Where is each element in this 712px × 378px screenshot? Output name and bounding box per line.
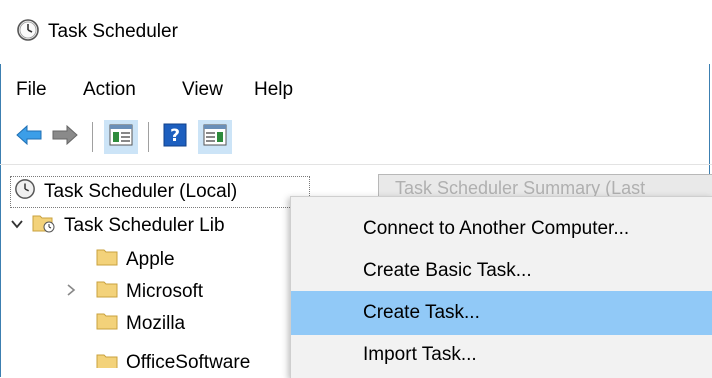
clock-icon [16,18,40,42]
show-hide-console-tree-button[interactable] [104,120,138,154]
toolbar-separator [92,122,93,152]
menu-bar: File Action View Help [0,68,712,108]
tree-item-label: Task Scheduler (Local) [44,181,238,202]
tree-item-folder-apple[interactable]: Apple [96,243,175,277]
chevron-right-icon[interactable] [64,281,78,303]
show-hide-action-pane-button[interactable] [198,120,232,154]
show-hide-console-tree-icon [109,124,133,151]
menu-item-connect-another-computer[interactable]: Connect to Another Computer... [291,207,712,251]
tree-item-label: Apple [126,249,175,270]
tree-item-label: Task Scheduler Lib [64,215,225,236]
forward-arrow-icon [52,124,78,150]
toolbar: ? [0,112,712,165]
folder-icon [96,247,118,273]
tree-item-label: Microsoft [126,281,204,302]
title-bar: Task Scheduler [0,0,712,64]
window-title: Task Scheduler [48,21,178,42]
context-menu: Connect to Another Computer... Create Ba… [290,196,712,378]
show-hide-action-pane-icon [203,124,227,151]
menu-action[interactable]: Action [83,79,136,101]
tree-item-label: Mozilla [126,313,186,334]
tree-item-task-scheduler-local[interactable]: Task Scheduler (Local) [14,175,237,209]
tree-item-folder-microsoft[interactable]: Microsoft [64,275,203,309]
tree-item-folder-mozilla[interactable]: Mozilla [96,307,185,341]
library-folder-icon [32,212,56,240]
back-arrow-icon [16,124,42,150]
help-icon: ? [163,123,187,152]
tree-item-folder-officesoftware[interactable]: OfficeSoftware [96,338,250,368]
menu-view[interactable]: View [182,79,223,101]
menu-help[interactable]: Help [254,79,293,101]
help-button[interactable]: ? [158,120,192,154]
menu-item-create-basic-task[interactable]: Create Basic Task... [291,249,712,293]
toolbar-separator [148,122,149,152]
tree-item-label: OfficeSoftware [126,352,251,368]
folder-icon [96,352,118,368]
tree-item-task-scheduler-library[interactable]: Task Scheduler Lib [10,209,225,243]
svg-text:?: ? [170,126,180,146]
menu-file[interactable]: File [16,79,47,101]
menu-item-import-task[interactable]: Import Task... [291,333,712,377]
chevron-down-icon[interactable] [10,215,24,237]
folder-icon [96,279,118,305]
folder-icon [96,311,118,337]
clock-icon [14,178,36,206]
menu-item-create-task[interactable]: Create Task... [291,291,712,335]
back-button[interactable] [12,120,46,154]
forward-button[interactable] [48,120,82,154]
console-tree: Task Scheduler (Local) Task Scheduler Li… [0,172,310,377]
